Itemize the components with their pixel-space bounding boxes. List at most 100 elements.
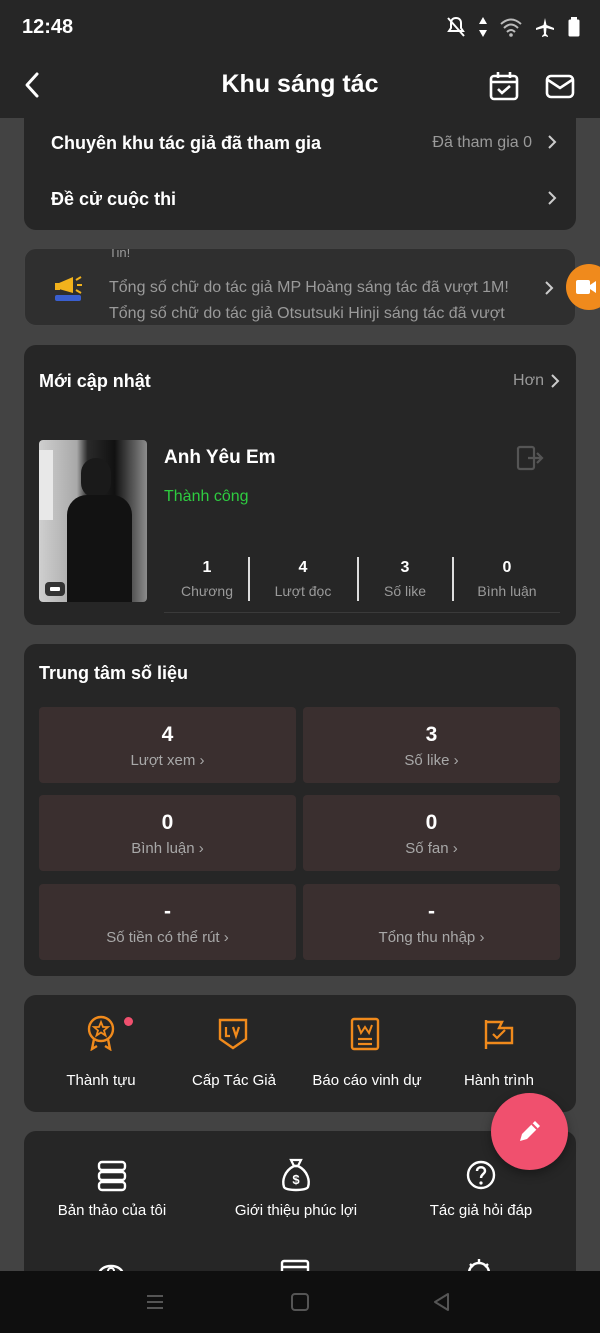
stat-value: 3 bbox=[425, 723, 438, 746]
comment-bubble-icon bbox=[45, 582, 65, 596]
book-stat-reads: 4 Lượt đọc bbox=[260, 559, 346, 599]
wifi-icon bbox=[500, 18, 522, 37]
system-nav-bar bbox=[0, 1271, 600, 1333]
menu-my-drafts[interactable]: Bản thảo của tôi bbox=[44, 1131, 180, 1231]
tool-label: Cấp Tác Giả bbox=[192, 1072, 276, 1089]
book-stat-comments: 0 Bình luận bbox=[462, 559, 552, 599]
recent-updates-title: Mới cập nhật bbox=[39, 371, 151, 391]
stat-label: Lượt đọc bbox=[274, 583, 332, 599]
mail-icon[interactable] bbox=[544, 70, 576, 102]
bell-off-icon bbox=[447, 16, 465, 37]
honor-report-icon bbox=[350, 1017, 380, 1051]
stat-label: Tổng thu nhập › bbox=[378, 929, 485, 946]
status-icons bbox=[446, 16, 580, 38]
divider bbox=[164, 612, 560, 613]
money-bag-icon: $ bbox=[282, 1158, 310, 1192]
app-header: Khu sáng tác bbox=[0, 58, 600, 118]
tool-honor-report[interactable]: Báo cáo vinh dự bbox=[302, 995, 432, 1112]
stat-label: Số fan › bbox=[405, 840, 458, 857]
stat-value: 4 bbox=[161, 723, 174, 746]
stat-label: Lượt xem › bbox=[130, 752, 205, 769]
notification-dot bbox=[124, 1017, 133, 1026]
stat-label: Chương bbox=[180, 583, 234, 599]
stat-value: 3 bbox=[400, 559, 410, 576]
notice-label: Tin! bbox=[109, 249, 131, 260]
data-center-title: Trung tâm số liệu bbox=[39, 663, 189, 683]
notice-banner[interactable]: Tin! Tổng số chữ do tác giả MP Hoàng sán… bbox=[24, 248, 576, 326]
recent-updates-card: Mới cập nhật Hơn Anh Yêu Em Thành công 1… bbox=[24, 345, 576, 625]
pencil-icon bbox=[520, 1121, 540, 1141]
tool-label: Thành tựu bbox=[66, 1072, 136, 1089]
stat-value: 0 bbox=[161, 811, 174, 834]
top-links-card: Chuyên khu tác giả đã tham gia Đã tham g… bbox=[24, 118, 576, 230]
tool-author-level[interactable]: Cấp Tác Giả bbox=[169, 995, 299, 1112]
calendar-check-icon[interactable] bbox=[488, 70, 520, 102]
total-income-stat-box[interactable]: - Tổng thu nhập › bbox=[303, 884, 560, 960]
tool-label: Báo cáo vinh dự bbox=[312, 1072, 422, 1089]
data-arrows-icon bbox=[479, 17, 487, 37]
stat-value: - bbox=[428, 900, 435, 923]
stat-label: Số like › bbox=[404, 752, 459, 769]
chevron-right-icon bbox=[548, 135, 557, 149]
exit-icon[interactable] bbox=[516, 445, 544, 471]
menu-label: Tác giả hỏi đáp bbox=[429, 1202, 533, 1219]
contest-nomination-label: Đề cử cuộc thi bbox=[51, 189, 177, 209]
tool-label: Hành trình bbox=[463, 1072, 535, 1089]
write-fab-button[interactable] bbox=[491, 1093, 568, 1170]
likes-stat-box[interactable]: 3 Số like › bbox=[303, 707, 560, 783]
stat-value: 1 bbox=[202, 559, 212, 576]
joined-zone-row[interactable]: Chuyên khu tác giả đã tham gia Đã tham g… bbox=[24, 118, 576, 168]
status-bar: 12:48 bbox=[0, 0, 600, 58]
more-label: Hơn bbox=[513, 372, 544, 389]
stat-value: 4 bbox=[298, 559, 308, 576]
comments-stat-box[interactable]: 0 Bình luận › bbox=[39, 795, 296, 871]
tool-achievements[interactable]: Thành tựu bbox=[36, 995, 166, 1112]
question-icon bbox=[466, 1160, 496, 1190]
book-stat-likes: 3 Số like bbox=[362, 559, 448, 599]
battery-icon bbox=[568, 17, 580, 37]
views-stat-box[interactable]: 4 Lượt xem › bbox=[39, 707, 296, 783]
fans-stat-box[interactable]: 0 Số fan › bbox=[303, 795, 560, 871]
book-cover-image[interactable] bbox=[39, 440, 147, 602]
more-link[interactable]: Hơn bbox=[513, 372, 560, 390]
joined-zone-label: Chuyên khu tác giả đã tham gia bbox=[51, 133, 322, 153]
author-menu-card: Bản thảo của tôi $ Giới thiệu phúc lợi T… bbox=[24, 1131, 576, 1291]
back-nav-icon[interactable] bbox=[432, 1292, 452, 1312]
notice-line-2: Tổng số chữ do tác giả Otsutsuki Hinji s… bbox=[109, 305, 505, 322]
stat-value: - bbox=[164, 900, 171, 923]
stat-label: Số tiền có thể rút › bbox=[106, 929, 229, 946]
joined-zone-value: Đã tham gia 0 bbox=[432, 134, 532, 151]
flag-icon bbox=[484, 1020, 514, 1049]
withdrawable-stat-box[interactable]: - Số tiền có thể rút › bbox=[39, 884, 296, 960]
book-status: Thành công bbox=[164, 488, 249, 505]
book-stat-chapters: 1 Chương bbox=[164, 559, 250, 599]
divider bbox=[357, 557, 359, 601]
menu-label: Giới thiệu phúc lợi bbox=[234, 1202, 358, 1219]
video-icon bbox=[576, 280, 596, 294]
divider bbox=[248, 557, 250, 601]
author-tools-card: Thành tựu Cấp Tác Giả Báo cáo vinh dự Hà… bbox=[24, 995, 576, 1112]
status-time: 12:48 bbox=[22, 16, 74, 38]
notice-line-1: Tổng số chữ do tác giả MP Hoàng sáng tác… bbox=[109, 279, 509, 296]
menu-benefits-intro[interactable]: $ Giới thiệu phúc lợi bbox=[228, 1131, 364, 1231]
chevron-right-icon bbox=[545, 281, 554, 295]
stat-value: 0 bbox=[502, 559, 512, 576]
stat-label: Số like bbox=[383, 583, 427, 599]
megaphone-icon bbox=[55, 276, 82, 301]
recent-apps-icon[interactable] bbox=[145, 1293, 165, 1311]
data-center-card: Trung tâm số liệu 4 Lượt xem › 3 Số like… bbox=[24, 644, 576, 976]
level-badge-icon bbox=[218, 1018, 248, 1050]
drafts-icon bbox=[97, 1160, 127, 1192]
stat-label: Bình luận › bbox=[131, 840, 204, 857]
book-title[interactable]: Anh Yêu Em bbox=[164, 447, 276, 469]
divider bbox=[452, 557, 454, 601]
svg-text:$: $ bbox=[292, 1172, 300, 1187]
contest-nomination-row[interactable]: Đề cử cuộc thi bbox=[24, 176, 576, 226]
tool-journey[interactable]: Hành trình bbox=[434, 995, 564, 1112]
medal-icon bbox=[87, 1015, 115, 1051]
menu-label: Bản thảo của tôi bbox=[57, 1202, 167, 1219]
stat-label: Bình luận bbox=[477, 583, 537, 599]
airplane-icon bbox=[536, 18, 554, 37]
chevron-right-icon bbox=[548, 191, 557, 205]
home-icon[interactable] bbox=[290, 1293, 310, 1311]
